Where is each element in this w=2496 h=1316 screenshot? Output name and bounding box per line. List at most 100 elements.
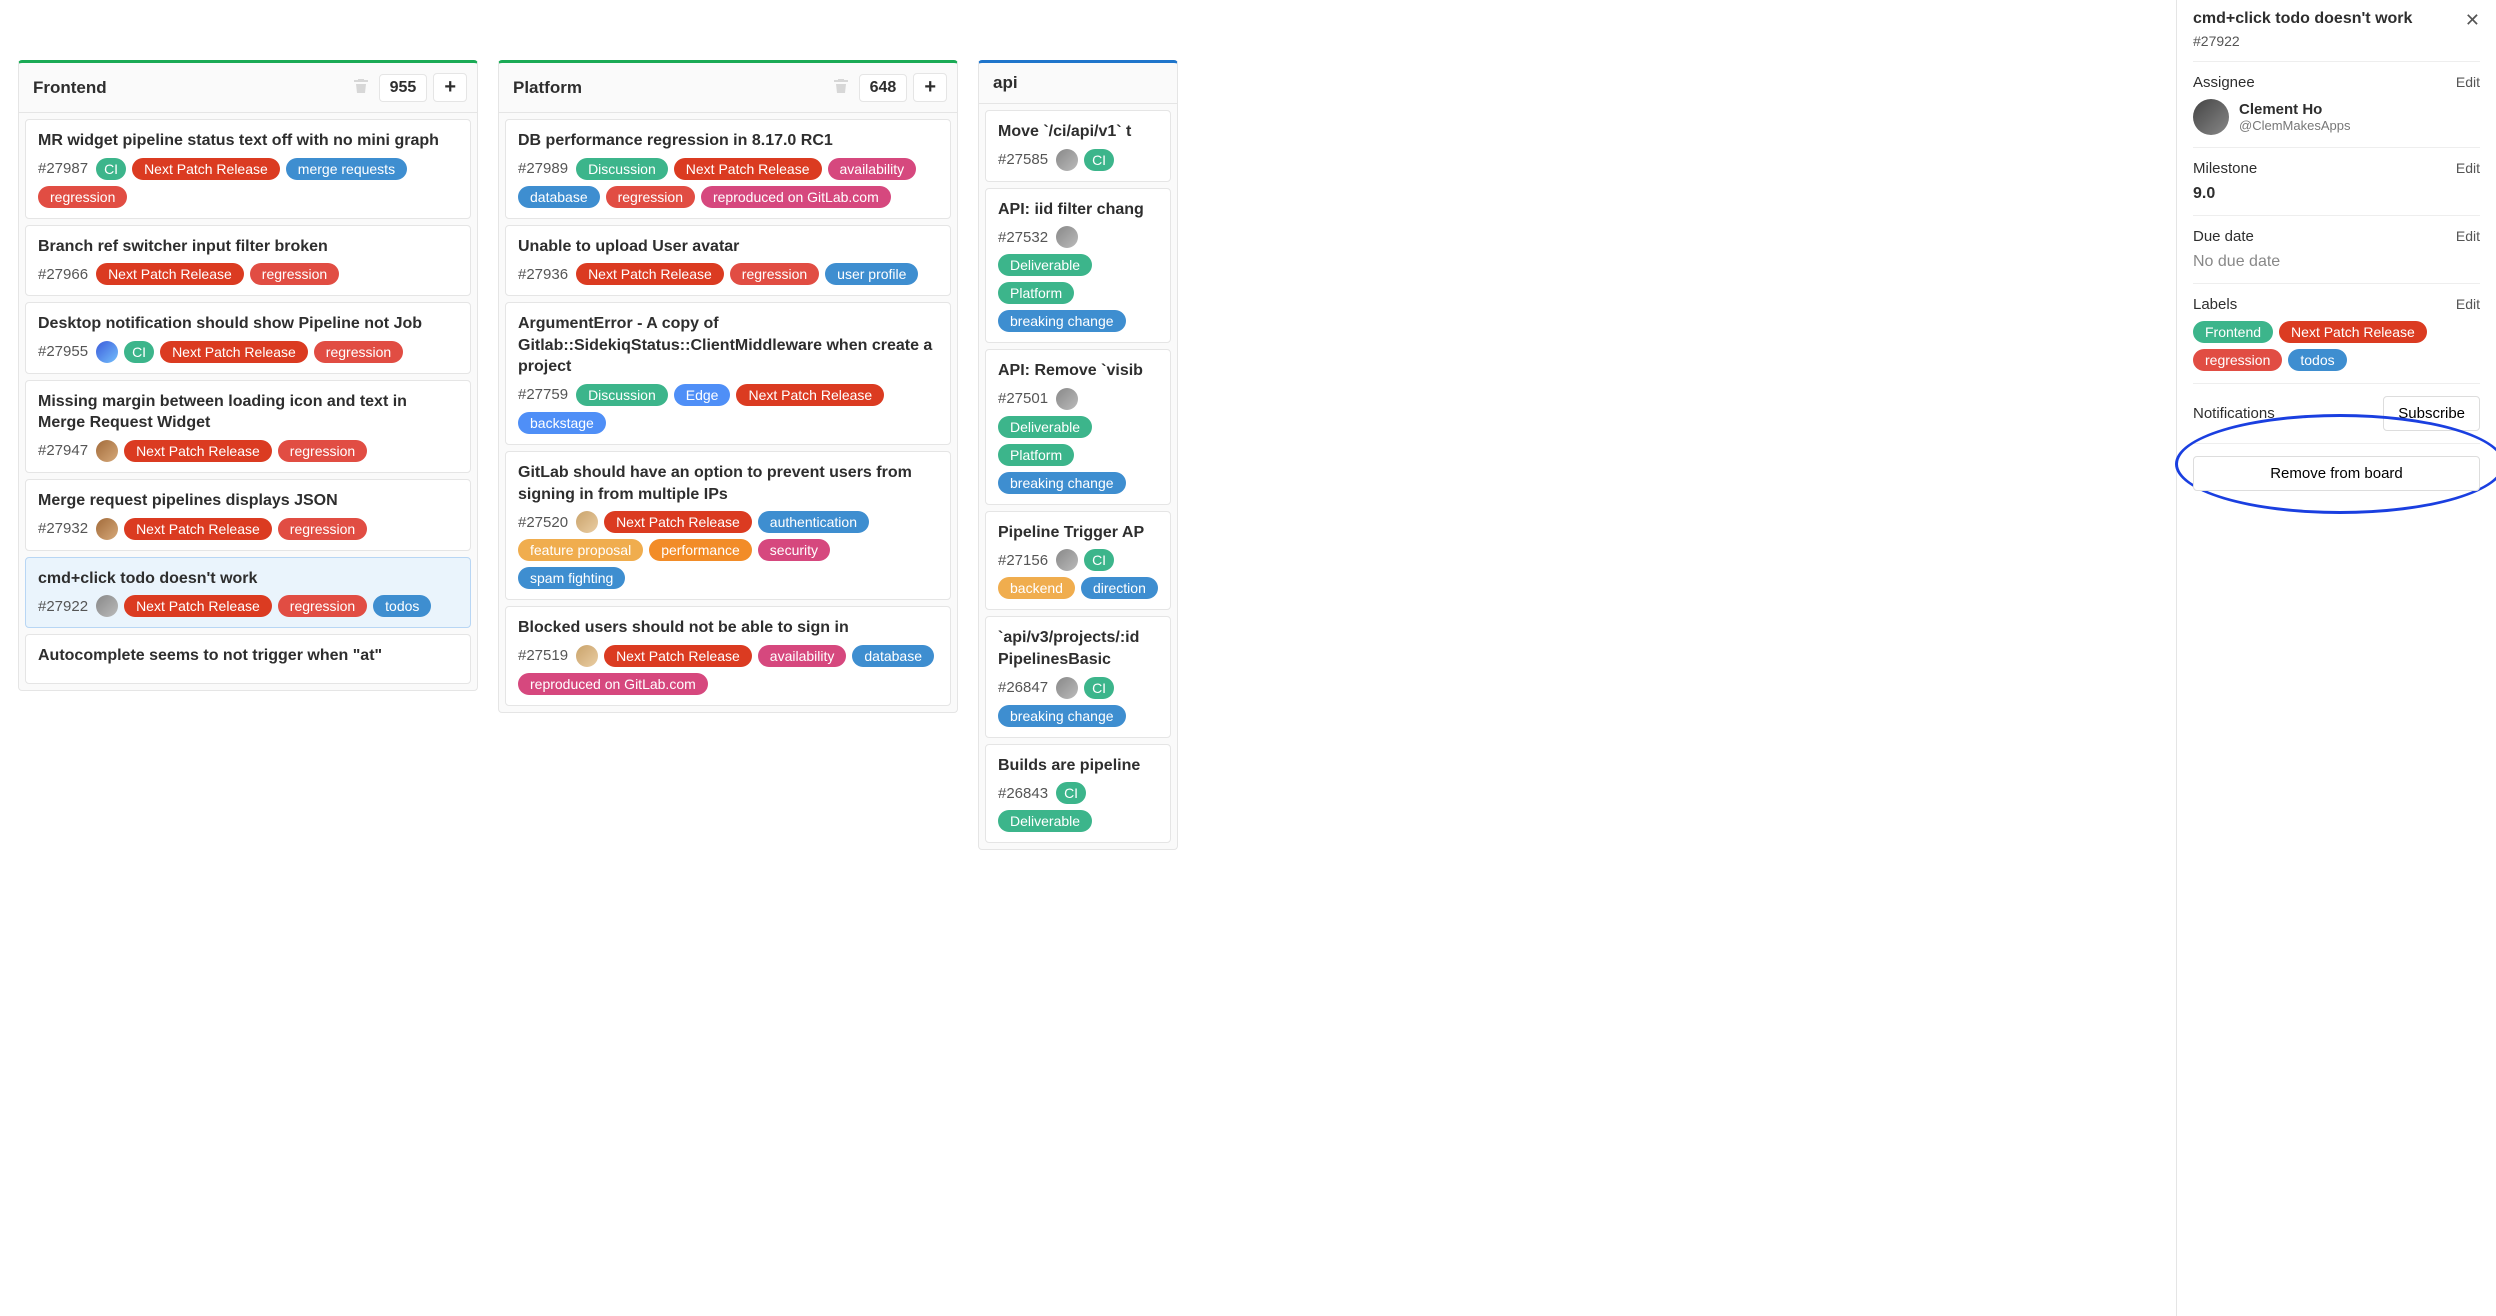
issue-label[interactable]: Next Patch Release [96,263,244,285]
issue-label[interactable]: breaking change [998,705,1126,727]
issue-label[interactable]: CI [96,158,126,180]
duedate-label: Due date [2193,228,2254,245]
issue-card[interactable]: API: iid filter chang #27532 Deliverable Pl… [985,188,1171,344]
add-card-button[interactable]: + [433,73,467,102]
issue-card[interactable]: MR widget pipeline status text off with … [25,119,471,219]
board: Frontend 955 + MR widget pipeline status… [0,0,2496,1316]
issue-label[interactable]: Next Patch Release [132,158,280,180]
issue-label[interactable]: backstage [518,412,606,434]
trash-icon[interactable] [833,78,849,97]
assignee-name: Clement Ho [2239,101,2350,118]
issue-card[interactable]: Blocked users should not be able to sign… [505,606,951,706]
issue-card[interactable]: cmd+click todo doesn't work#27922Next Pa… [25,557,471,629]
issue-label[interactable]: Platform [998,444,1074,466]
issue-label[interactable]: Discussion [576,158,668,180]
issue-card[interactable]: ArgumentError - A copy of Gitlab::Sideki… [505,302,951,445]
avatar [96,440,118,462]
issue-label[interactable]: breaking change [998,472,1126,494]
edit-milestone-button[interactable]: Edit [2456,160,2480,177]
notifications-block: Notifications Subscribe [2193,383,2480,443]
issue-label[interactable]: regression [606,186,695,208]
issue-label[interactable]: merge requests [286,158,407,180]
issue-card[interactable]: Unable to upload User avatar#27936Next P… [505,225,951,297]
issue-label[interactable]: security [758,539,830,561]
issue-label[interactable]: regression [2193,349,2282,371]
issue-label[interactable]: user profile [825,263,918,285]
card-meta: #27156CIbackenddirection [998,549,1158,599]
issue-card[interactable]: API: Remove `visib#27501DeliverablePlatf… [985,349,1171,505]
issue-label[interactable]: Next Patch Release [604,645,752,667]
issue-label[interactable]: Next Patch Release [576,263,724,285]
issue-label[interactable]: Next Patch Release [160,341,308,363]
issue-label[interactable]: Deliverable [998,810,1092,832]
issue-label[interactable]: direction [1081,577,1158,599]
issue-card[interactable]: Desktop notification should show Pipelin… [25,302,471,374]
issue-card[interactable]: Move `/ci/api/v1` t#27585CI [985,110,1171,182]
issue-label[interactable]: Platform [998,282,1074,304]
issue-card[interactable]: Pipeline Trigger AP#27156CIbackenddirect… [985,511,1171,611]
issue-label[interactable]: Edge [674,384,731,406]
issue-label[interactable]: Next Patch Release [124,595,272,617]
card-id: #27987 [38,160,88,177]
issue-label[interactable]: availability [828,158,917,180]
issue-label[interactable]: Deliverable [998,254,1092,276]
issue-label[interactable]: Next Patch Release [604,511,752,533]
subscribe-button[interactable]: Subscribe [2383,396,2480,431]
issue-label[interactable]: CI [1084,549,1114,571]
trash-icon[interactable] [353,78,369,97]
avatar [96,341,118,363]
issue-card[interactable]: Branch ref switcher input filter broken#… [25,225,471,297]
issue-card[interactable]: `api/v3/projects/:id PipelinesBasic#2684… [985,616,1171,737]
issue-card[interactable]: DB performance regression in 8.17.0 RC1#… [505,119,951,219]
issue-label[interactable]: Deliverable [998,416,1092,438]
issue-label[interactable]: Frontend [2193,321,2273,343]
issue-label[interactable]: Next Patch Release [736,384,884,406]
notifications-label: Notifications [2193,405,2275,422]
issue-label[interactable]: breaking change [998,310,1126,332]
card-meta: #27955CINext Patch Releaseregression [38,341,458,363]
issue-label[interactable]: todos [373,595,431,617]
card-meta: #27989DiscussionNext Patch Releaseavaila… [518,158,938,208]
issue-label[interactable]: feature proposal [518,539,643,561]
issue-label[interactable]: Next Patch Release [2279,321,2427,343]
issue-label[interactable]: availability [758,645,847,667]
edit-labels-button[interactable]: Edit [2456,296,2480,313]
issue-label[interactable]: CI [1084,149,1114,171]
issue-label[interactable]: regression [278,518,367,540]
add-card-button[interactable]: + [913,73,947,102]
issue-label[interactable]: Next Patch Release [124,518,272,540]
issue-label[interactable]: Next Patch Release [124,440,272,462]
issue-card[interactable]: Autocomplete seems to not trigger when "… [25,634,471,684]
issue-label[interactable]: spam fighting [518,567,625,589]
issue-label[interactable]: CI [1084,677,1114,699]
issue-label[interactable]: database [518,186,600,208]
issue-label[interactable]: backend [998,577,1075,599]
issue-label[interactable]: regression [730,263,819,285]
issue-label[interactable]: database [852,645,934,667]
issue-label[interactable]: Next Patch Release [674,158,822,180]
card-title: API: Remove `visib [998,360,1158,382]
issue-label[interactable]: CI [1056,782,1086,804]
issue-label[interactable]: regression [38,186,127,208]
issue-label[interactable]: regression [278,440,367,462]
issue-label[interactable]: authentication [758,511,869,533]
card-title: API: iid filter chang [998,199,1158,221]
issue-label[interactable]: regression [250,263,339,285]
remove-from-board-button[interactable]: Remove from board [2193,456,2480,491]
issue-label[interactable]: todos [2288,349,2346,371]
issue-card[interactable]: GitLab should have an option to prevent … [505,451,951,600]
issue-card[interactable]: Builds are pipeline#26843CIDeliverable [985,744,1171,844]
issue-label[interactable]: reproduced on GitLab.com [518,673,708,695]
issue-label[interactable]: performance [649,539,752,561]
close-icon[interactable]: ✕ [2465,10,2480,31]
card-id: #27532 [998,229,1048,246]
issue-label[interactable]: reproduced on GitLab.com [701,186,891,208]
edit-assignee-button[interactable]: Edit [2456,74,2480,91]
issue-card[interactable]: Missing margin between loading icon and … [25,380,471,473]
issue-label[interactable]: Discussion [576,384,668,406]
edit-duedate-button[interactable]: Edit [2456,228,2480,245]
issue-label[interactable]: regression [278,595,367,617]
issue-label[interactable]: CI [124,341,154,363]
issue-card[interactable]: Merge request pipelines displays JSON#27… [25,479,471,551]
issue-label[interactable]: regression [314,341,403,363]
